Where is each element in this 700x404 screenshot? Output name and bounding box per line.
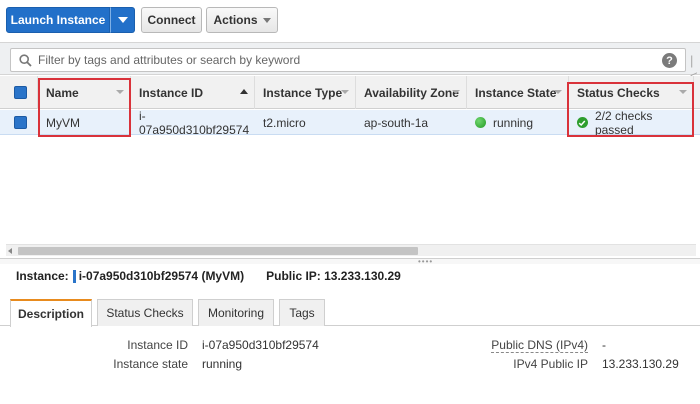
instance-id-summary: i-07a950d310bf29574 (MyVM) [78,269,245,283]
desc-value-ipv4-public-ip: 13.233.130.29 [602,357,679,371]
desc-label-instance-id: Instance ID [127,338,188,352]
pane-splitter[interactable]: •••• [0,258,700,266]
desc-value-instance-id: i-07a950d310bf29574 [202,338,319,352]
cell-availability-zone: ap-south-1a [364,115,429,130]
tab-monitoring[interactable]: Monitoring [198,299,274,326]
table-row[interactable]: MyVM i-07a950d310bf29574 t2.micro ap-sou… [0,108,700,137]
public-ip-summary: Public IP: 13.233.130.29 [266,269,401,283]
horizontal-scrollbar[interactable] [6,244,696,256]
tab-description[interactable]: Description [10,299,92,327]
search-icon [19,53,32,67]
column-label: Availability Zone [364,85,459,100]
column-label: Instance Type [263,85,343,100]
cell-status-checks: 2/2 checks passed [569,108,694,137]
launch-instance-button[interactable]: Launch Instance [6,7,110,33]
sort-icon [554,90,562,94]
detail-tabs: Description Status Checks Monitoring Tag… [0,296,700,327]
select-all-checkbox-cell[interactable] [0,76,38,109]
instance-label: Instance: [16,269,69,283]
row-checkbox[interactable] [14,116,27,129]
connect-button[interactable]: Connect [141,7,202,33]
chevron-down-icon [262,17,271,23]
select-all-checkbox[interactable] [14,86,27,99]
check-passed-icon [577,117,588,128]
column-header-availability-zone[interactable]: Availability Zone [356,76,467,109]
filter-field[interactable]: ? [10,48,686,72]
desc-value-instance-state: running [202,357,243,371]
tab-tags[interactable]: Tags [279,299,325,326]
desc-label-ipv4-public-ip: IPv4 Public IP [513,357,588,371]
status-checks-text: 2/2 checks passed [594,108,653,137]
column-label: Name [46,85,79,100]
cell-instance-id: i-07a950d310bf29574 [139,108,250,137]
instance-state-text: running [493,115,534,130]
selection-marker [72,269,76,283]
actions-button[interactable]: Actions [206,7,278,33]
column-header-name[interactable]: Name [38,76,131,109]
toolbar: Launch Instance Connect Actions [0,0,700,40]
desc-value-public-dns: - [602,338,606,352]
column-header-instance-type[interactable]: Instance Type [255,76,356,109]
instances-table-header: Name Instance ID Instance Type Availabil… [0,76,700,109]
scroll-left-icon[interactable] [8,248,12,254]
column-label: Status Checks [577,85,660,100]
instance-summary: Instance: i-07a950d310bf29574 (MyVM) Pub… [16,267,401,285]
launch-options-dropdown-button[interactable] [110,7,135,33]
search-input[interactable] [38,53,638,67]
help-icon[interactable]: ? [662,53,677,68]
filter-bar: ? |< [0,42,700,83]
cell-name: MyVM [46,115,80,130]
desc-label-public-dns: Public DNS (IPv4) [470,338,588,353]
sort-icon [452,90,460,94]
column-label: Instance ID [139,85,204,100]
public-dns-label: Public DNS (IPv4) [491,338,588,353]
column-label: Instance State [475,85,557,100]
running-status-icon [475,117,486,128]
sort-ascending-icon [240,89,248,94]
sort-icon [116,90,124,94]
column-header-instance-id[interactable]: Instance ID [131,76,255,109]
tab-status-checks[interactable]: Status Checks [97,299,193,326]
desc-label-instance-state: Instance state [113,357,188,371]
actions-label: Actions [213,13,258,27]
cell-instance-type: t2.micro [263,115,306,130]
row-checkbox-cell[interactable] [0,110,38,135]
cell-instance-state: running [467,110,569,135]
column-header-instance-state[interactable]: Instance State [467,76,569,109]
chevron-down-icon [117,17,128,23]
drag-handle-icon[interactable]: •••• [418,258,433,266]
scrollbar-thumb[interactable] [18,247,418,255]
sort-icon [679,90,687,94]
sort-icon [341,90,349,94]
column-header-status-checks[interactable]: Status Checks [569,76,694,109]
